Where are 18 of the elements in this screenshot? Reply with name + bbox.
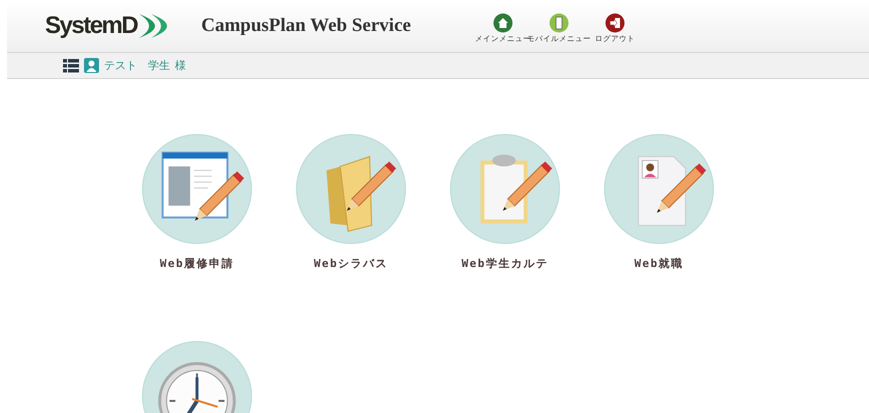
logo-text: SystemD <box>45 12 138 40</box>
window-pencil-icon <box>162 152 244 221</box>
user-honorific: 様 <box>175 58 186 73</box>
clipboard-pencil-icon <box>480 154 552 224</box>
tile-label[interactable]: Webシラバス <box>314 256 388 271</box>
user-icon <box>84 58 99 73</box>
user-name: テスト 学生 <box>104 58 170 73</box>
tile-label[interactable]: Web履修申請 <box>160 256 234 271</box>
folder-pencil-icon <box>326 156 396 232</box>
list-menu-icon[interactable] <box>63 58 79 72</box>
logout-icon <box>604 12 625 32</box>
home-icon <box>492 12 513 32</box>
clock-icon <box>158 362 236 413</box>
resume-pencil-icon <box>638 156 706 226</box>
tile-label[interactable]: Web学生カルテ <box>462 256 548 271</box>
tile-label[interactable]: Web就職 <box>634 256 684 271</box>
mobile-icon <box>548 12 569 32</box>
site-title: CampusPlan Web Service <box>201 15 411 37</box>
